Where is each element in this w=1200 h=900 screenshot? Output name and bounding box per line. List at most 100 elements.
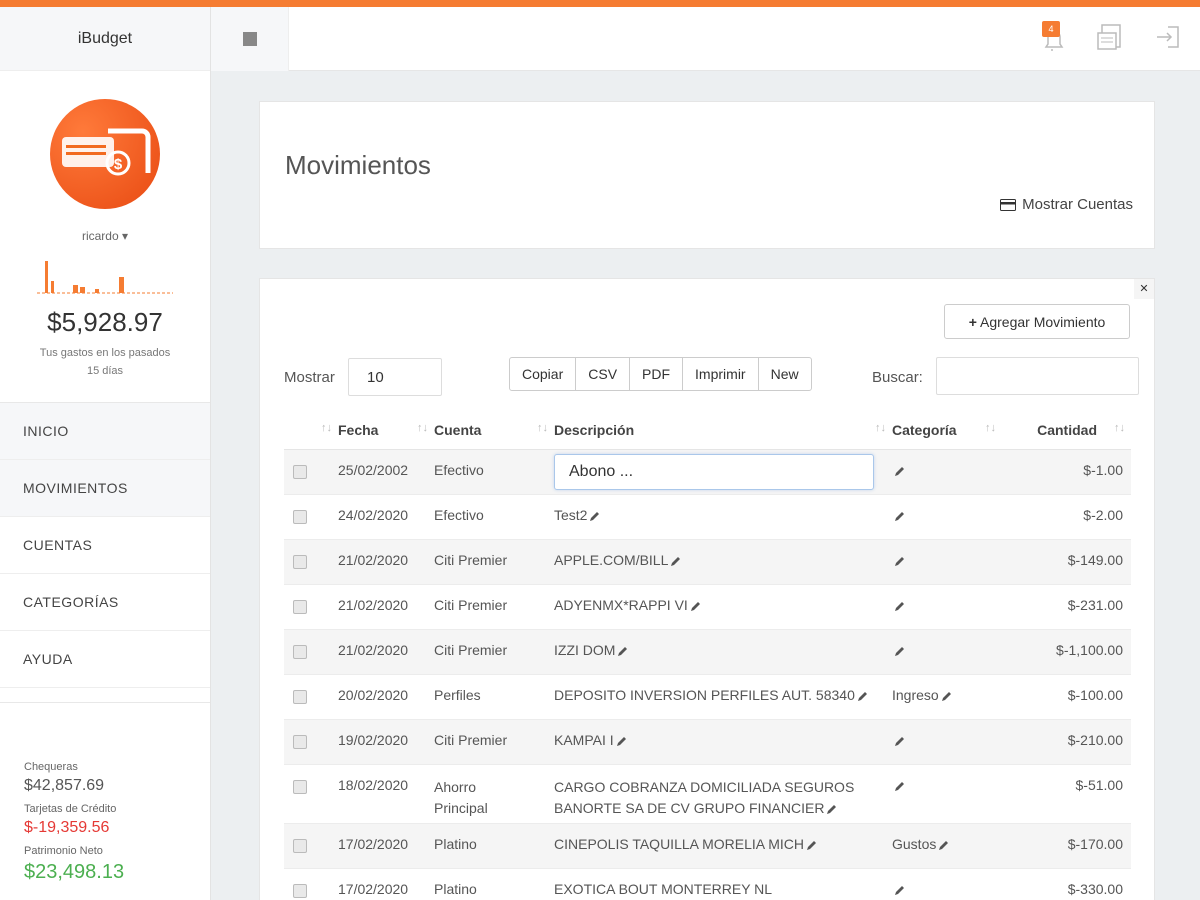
pencil-icon[interactable]	[894, 555, 906, 567]
logout-button[interactable]	[1154, 21, 1182, 53]
nav-item-inicio[interactable]: INICIO	[0, 403, 210, 460]
row-checkbox[interactable]	[293, 554, 307, 569]
table-row[interactable]: 17/02/2020 Platino CINEPOLIS TAQUILLA MO…	[284, 823, 1131, 869]
pencil-icon[interactable]	[941, 690, 953, 702]
row-checkbox[interactable]	[293, 883, 307, 898]
cell-cuenta: Perfiles	[434, 674, 554, 720]
cell-cantidad: $-1,100.00	[1002, 629, 1131, 675]
table-row[interactable]: 19/02/2020 Citi Premier KAMPAI I $-210.0…	[284, 719, 1131, 765]
table-row[interactable]: 21/02/2020 Citi Premier IZZI DOM $-1,100…	[284, 629, 1131, 675]
cell-fecha: 21/02/2020	[338, 584, 434, 630]
notification-badge: 4	[1042, 21, 1060, 37]
reports-button[interactable]	[1096, 21, 1124, 53]
copy-button[interactable]: Copiar	[509, 357, 577, 391]
table-row[interactable]: 20/02/2020 Perfiles DEPOSITO INVERSION P…	[284, 674, 1131, 720]
balance-value: $5,928.97	[47, 307, 163, 337]
cell-cuenta: Citi Premier	[434, 539, 554, 585]
column-header-cuenta[interactable]: Cuenta ↑↓	[434, 411, 554, 450]
hamburger-icon	[242, 32, 257, 46]
account-summary: Chequeras $42,857.69 Tarjetas de Crédito…	[0, 702, 210, 884]
cell-descripcion: EXOTICA BOUT MONTERREY NL	[554, 868, 892, 900]
sort-icon: ↑↓	[985, 422, 996, 434]
row-checkbox[interactable]	[293, 734, 307, 749]
pencil-icon[interactable]	[589, 510, 601, 522]
cell-descripcion: IZZI DOM	[554, 629, 892, 675]
cell-fecha: 21/02/2020	[338, 629, 434, 675]
cell-cantidad: $-51.00	[1002, 764, 1131, 824]
cell-fecha: 17/02/2020	[338, 823, 434, 869]
row-checkbox[interactable]	[293, 464, 307, 479]
sort-icon: ↑↓	[1114, 422, 1125, 434]
sign-in-icon	[1157, 26, 1179, 48]
add-movement-button[interactable]: + Agregar Movimiento	[944, 304, 1130, 339]
pencil-icon[interactable]	[894, 884, 906, 896]
pencil-icon[interactable]	[670, 555, 682, 567]
pencil-icon[interactable]	[938, 839, 950, 851]
row-checkbox[interactable]	[293, 509, 307, 524]
nav-item-categorias[interactable]: CATEGORÍAS	[0, 574, 210, 631]
pencil-icon[interactable]	[616, 735, 628, 747]
csv-button[interactable]: CSV	[575, 357, 631, 391]
show-entries-select[interactable]	[348, 358, 442, 396]
column-header-descripcion[interactable]: Descripción ↑↓	[554, 411, 892, 450]
cell-cuenta: Platino	[434, 823, 554, 869]
cell-descripcion: KAMPAI I	[554, 719, 892, 765]
new-button[interactable]: New	[757, 357, 812, 391]
sidebar: iBudget $ ricardo ▾ $5,928.97 Tus gastos…	[0, 7, 211, 900]
pencil-icon[interactable]	[894, 645, 906, 657]
row-checkbox[interactable]	[293, 779, 307, 794]
close-icon[interactable]: ✕	[1134, 279, 1154, 299]
show-entries-label: Mostrar	[284, 369, 335, 386]
pencil-icon[interactable]	[894, 735, 906, 747]
cell-cuenta: Platino	[434, 868, 554, 900]
print-button[interactable]: Imprimir	[682, 357, 759, 391]
select-column-header[interactable]: ↑↓	[284, 411, 338, 450]
pencil-icon[interactable]	[894, 510, 906, 522]
cell-cuenta: Efectivo	[434, 494, 554, 540]
table-row[interactable]: 21/02/2020 Citi Premier APPLE.COM/BILL $…	[284, 539, 1131, 585]
pencil-icon[interactable]	[806, 839, 818, 851]
nav-item-cuentas[interactable]: CUENTAS	[0, 517, 210, 574]
description-edit-input[interactable]	[554, 453, 874, 490]
user-menu[interactable]: ricardo ▾	[0, 229, 210, 243]
top-header: 4	[211, 7, 1200, 71]
show-accounts-link[interactable]: Mostrar Cuentas	[1000, 196, 1133, 213]
notifications-button[interactable]: 4	[1038, 21, 1066, 53]
row-checkbox[interactable]	[293, 599, 307, 614]
column-header-categoria[interactable]: Categoría ↑↓	[892, 411, 1002, 450]
menu-toggle-button[interactable]	[211, 7, 289, 71]
cell-categoria	[892, 494, 1002, 540]
table-row[interactable]: 24/02/2020 Efectivo Test2 $-2.00	[284, 494, 1131, 540]
table-row[interactable]: 17/02/2020 Platino EXOTICA BOUT MONTERRE…	[284, 868, 1131, 900]
pencil-icon[interactable]	[857, 690, 869, 702]
pencil-icon[interactable]	[894, 780, 906, 792]
cell-fecha: 19/02/2020	[338, 719, 434, 765]
cell-categoria	[892, 868, 1002, 900]
nav-item-ayuda[interactable]: AYUDA	[0, 631, 210, 688]
search-input[interactable]	[936, 357, 1139, 395]
nav-item-movimientos[interactable]: MOVIMIENTOS	[0, 460, 210, 517]
column-header-cantidad[interactable]: Cantidad ↑↓	[1002, 411, 1131, 450]
cell-categoria: Gustos	[892, 823, 1002, 869]
row-checkbox[interactable]	[293, 644, 307, 659]
pencil-icon[interactable]	[894, 465, 906, 477]
pdf-button[interactable]: PDF	[629, 357, 684, 391]
pencil-icon[interactable]	[894, 600, 906, 612]
row-checkbox[interactable]	[293, 689, 307, 704]
movements-table: ↑↓ Fecha ↑↓ Cuenta ↑↓ Descripción ↑↓ Catego…	[284, 411, 1131, 900]
sort-icon: ↑↓	[537, 422, 548, 434]
pencil-icon[interactable]	[690, 600, 702, 612]
pencil-icon[interactable]	[826, 803, 838, 815]
row-checkbox[interactable]	[293, 838, 307, 853]
table-row[interactable]: 21/02/2020 Citi Premier ADYENMX*RAPPI VI…	[284, 584, 1131, 630]
column-header-fecha[interactable]: Fecha ↑↓	[338, 411, 434, 450]
cell-descripcion: DEPOSITO INVERSION PERFILES AUT. 58340	[554, 674, 892, 720]
cell-fecha: 25/02/2002	[338, 449, 434, 495]
summary-label: Chequeras	[24, 761, 78, 773]
summary-value: $-19,359.56	[24, 819, 110, 836]
table-row[interactable]: 18/02/2020 Ahorro Principal CARGO COBRANZ…	[284, 764, 1131, 824]
top-accent-bar	[0, 0, 1200, 7]
pencil-icon[interactable]	[617, 645, 629, 657]
table-row[interactable]: 25/02/2002 Efectivo $-1.00	[284, 449, 1131, 495]
cell-categoria	[892, 719, 1002, 765]
